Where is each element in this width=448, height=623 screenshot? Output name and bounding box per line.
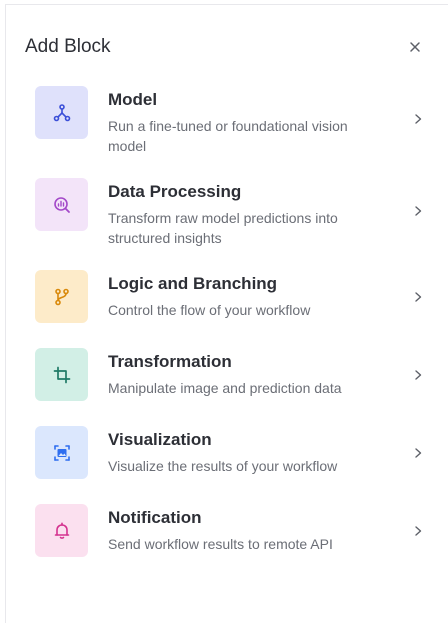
block-category-name: Logic and Branching [108,274,278,293]
frame-image-icon [53,444,70,461]
chevron-right-icon [415,292,422,302]
block-category-logic-and-branching[interactable]: Logic and Branching Control the flow of … [0,264,448,342]
magnify-chart-icon [53,196,70,213]
block-category-description: Run a fine-tuned or foundational vision … [108,118,348,154]
block-category-name: Data Processing [108,182,242,201]
crop-icon [53,366,70,383]
close-button[interactable] [406,38,424,56]
block-category-description: Visualize the results of your workflow [108,458,338,474]
block-category-list: Model Run a fine-tuned or foundational v… [0,80,448,576]
notification-tile [35,504,88,557]
model-nodes-icon [53,103,70,121]
git-branch-icon [54,288,69,305]
block-category-model[interactable]: Model Run a fine-tuned or foundational v… [0,80,448,172]
chevron-right-icon [415,370,422,380]
block-category-description: Send workflow results to remote API [108,536,333,552]
block-category-name: Notification [108,508,202,527]
transformation-tile [35,348,88,401]
chevron-right-icon [415,526,422,536]
chevron-right-icon [415,114,422,124]
bell-icon [54,521,69,539]
block-category-description: Transform raw model predictions into str… [108,210,338,246]
chevron-right-icon [415,448,422,458]
block-category-description: Control the flow of your workflow [108,302,311,318]
block-category-visualization[interactable]: Visualization Visualize the results of y… [0,420,448,498]
block-category-notification[interactable]: Notification Send workflow results to re… [0,498,448,576]
block-category-name: Visualization [108,430,212,449]
block-category-data-processing[interactable]: Data Processing Transform raw model pred… [0,172,448,264]
visualization-tile [35,426,88,479]
panel-title: Add Block [25,36,111,57]
top-divider [5,4,448,5]
block-category-description: Manipulate image and prediction data [108,380,342,396]
panel-header: Add Block [25,36,428,60]
block-category-name: Model [108,90,158,109]
model-tile [35,86,88,139]
logic-tile [35,270,88,323]
add-block-panel: Add Block Model Run a fine-tuned or foun… [0,0,448,623]
block-category-name: Transformation [108,352,232,371]
close-icon [410,42,420,52]
block-category-transformation[interactable]: Transformation Manipulate image and pred… [0,342,448,420]
data-processing-tile [35,178,88,231]
chevron-right-icon [415,206,422,216]
